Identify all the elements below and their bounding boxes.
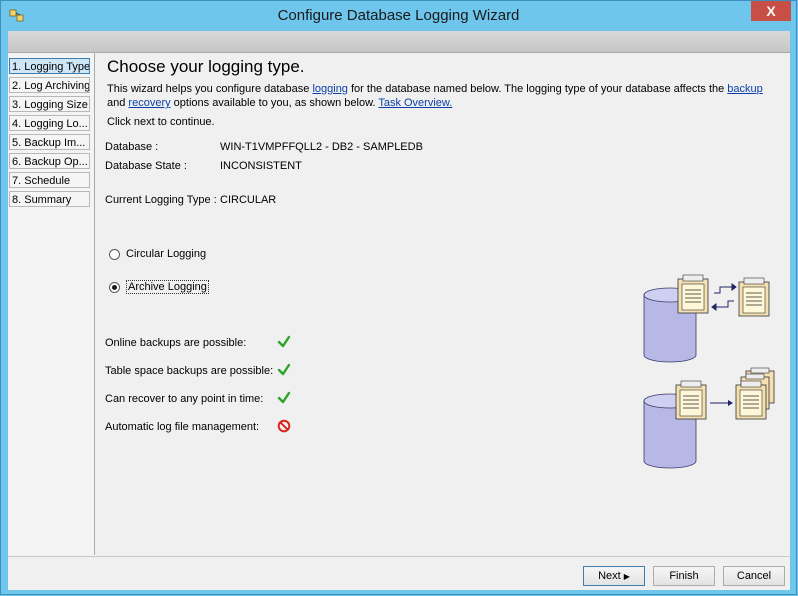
wizard-window: Configure Database Logging Wizard X 1. L… xyxy=(0,0,797,595)
log-file-icon xyxy=(675,380,707,420)
log-file-icon xyxy=(738,277,770,317)
next-button-label[interactable]: Next xyxy=(598,570,621,582)
logging-illustration xyxy=(643,274,775,469)
check-icon xyxy=(277,391,291,404)
title-bar: Configure Database Logging Wizard X xyxy=(1,1,796,31)
feature-label-online-backups: Online backups are possible: xyxy=(105,337,247,349)
window-title: Configure Database Logging Wizard xyxy=(277,7,520,24)
cycle-arrow-icon xyxy=(711,283,737,311)
circular-logging-label[interactable]: Circular Logging xyxy=(126,248,206,260)
nav-step-backup-options[interactable]: 6. Backup Op... xyxy=(9,153,90,169)
cancel-button[interactable]: Cancel xyxy=(723,566,785,586)
close-button[interactable]: X xyxy=(751,1,791,21)
button-bar: Next ▶ Finish Cancel xyxy=(8,556,790,590)
nav-step-summary[interactable]: 8. Summary xyxy=(9,191,90,207)
wizard-client: 1. Logging Type 2. Log Archiving 3. Logg… xyxy=(8,31,790,590)
log-file-icon xyxy=(677,274,709,314)
nav-step-logging-size[interactable]: 3. Logging Size xyxy=(9,96,90,112)
desc-text-1: This wizard helps you configure database xyxy=(107,83,313,95)
feature-label-auto-log-mgmt: Automatic log file management: xyxy=(105,421,260,433)
next-button[interactable]: Next ▶ xyxy=(583,566,645,586)
archive-logging-radio[interactable] xyxy=(109,281,120,293)
desc-text-2: for the database named below. The loggin… xyxy=(347,83,728,95)
desc-text-3: and xyxy=(107,97,129,109)
description: This wizard helps you configure database… xyxy=(107,82,777,110)
finish-button[interactable]: Finish xyxy=(653,566,715,586)
archive-logging-label[interactable]: Archive Logging xyxy=(126,280,209,294)
logging-link[interactable]: logging xyxy=(312,83,347,95)
nav-step-logging-location[interactable]: 4. Logging Lo... xyxy=(9,115,90,131)
check-icon xyxy=(277,335,291,348)
feature-label-point-in-time: Can recover to any point in time: xyxy=(105,393,264,405)
circular-logging-option[interactable]: Circular Logging xyxy=(109,246,206,262)
backup-link[interactable]: backup xyxy=(727,83,762,95)
database-label: Database : xyxy=(105,141,159,153)
page-title: Choose your logging type. xyxy=(107,57,305,76)
nav-step-backup-image[interactable]: 5. Backup Im... xyxy=(9,134,90,150)
database-state-label: Database State : xyxy=(105,160,187,172)
archived-logs-icon xyxy=(735,367,775,420)
task-overview-link[interactable]: Task Overview. xyxy=(378,97,452,109)
content-panel: Choose your logging type. This wizard he… xyxy=(95,53,790,555)
nav-step-log-archiving[interactable]: 2. Log Archiving xyxy=(9,77,90,93)
database-value: WIN-T1VMPFFQLL2 - DB2 - SAMPLEDB xyxy=(220,141,423,153)
no-entry-icon xyxy=(277,419,291,433)
nav-step-schedule[interactable]: 7. Schedule xyxy=(9,172,90,188)
check-icon xyxy=(277,363,291,376)
click-next-text: Click next to continue. xyxy=(107,116,215,128)
arrow-right-icon xyxy=(710,400,733,406)
desc-text-4: options available to you, as shown below… xyxy=(170,97,379,109)
current-logging-type-label: Current Logging Type : xyxy=(105,194,217,206)
feature-label-tablespace-backups: Table space backups are possible: xyxy=(105,365,274,377)
step-navigation: 1. Logging Type 2. Log Archiving 3. Logg… xyxy=(8,53,95,555)
recovery-link[interactable]: recovery xyxy=(128,97,170,109)
triangle-right-icon: ▶ xyxy=(623,572,630,581)
header-strip xyxy=(8,31,790,53)
database-state-value: INCONSISTENT xyxy=(220,160,302,172)
nav-step-logging-type[interactable]: 1. Logging Type xyxy=(9,58,90,74)
archive-logging-option[interactable]: Archive Logging xyxy=(109,279,209,295)
circular-logging-radio[interactable] xyxy=(109,248,120,260)
current-logging-type-value: CIRCULAR xyxy=(220,194,277,206)
